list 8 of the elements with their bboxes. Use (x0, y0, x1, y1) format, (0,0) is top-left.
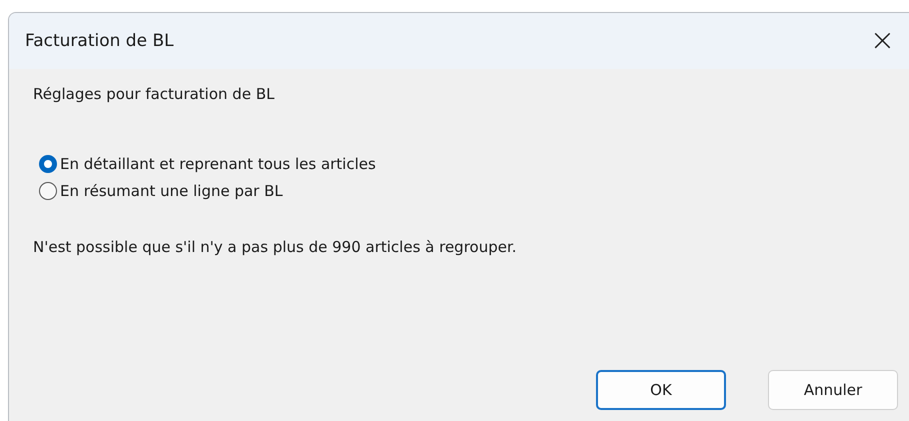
window-title: Facturation de BL (25, 31, 174, 51)
cancel-button[interactable]: Annuler (768, 370, 898, 410)
ok-button[interactable]: OK (596, 370, 726, 410)
radio-option[interactable]: En résumant une ligne par BL (39, 182, 909, 200)
note-text: N'est possible que s'il n'y a pas plus de 990 articles à regrouper. (33, 238, 518, 256)
heading-text: Réglages pour facturation de BL (33, 85, 276, 103)
close-button[interactable]: × (864, 26, 901, 56)
radio-option[interactable]: En détaillant et reprenant tous les articles (39, 155, 909, 173)
